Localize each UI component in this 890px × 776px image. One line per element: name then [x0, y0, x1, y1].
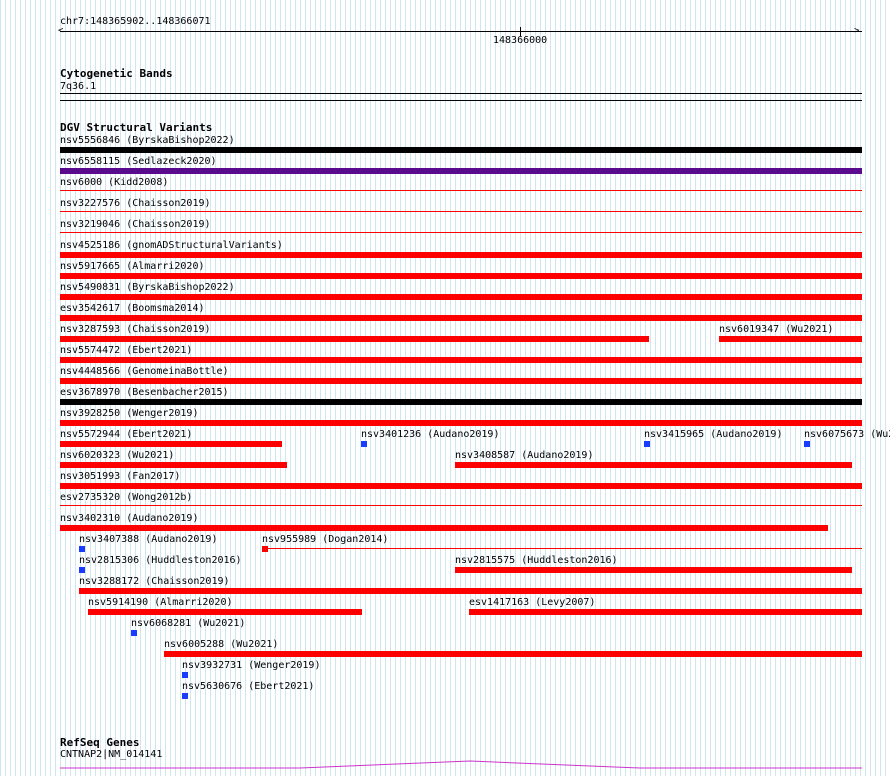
gene-intron-path[interactable] [60, 760, 862, 769]
gene-intron-line[interactable] [0, 0, 890, 776]
